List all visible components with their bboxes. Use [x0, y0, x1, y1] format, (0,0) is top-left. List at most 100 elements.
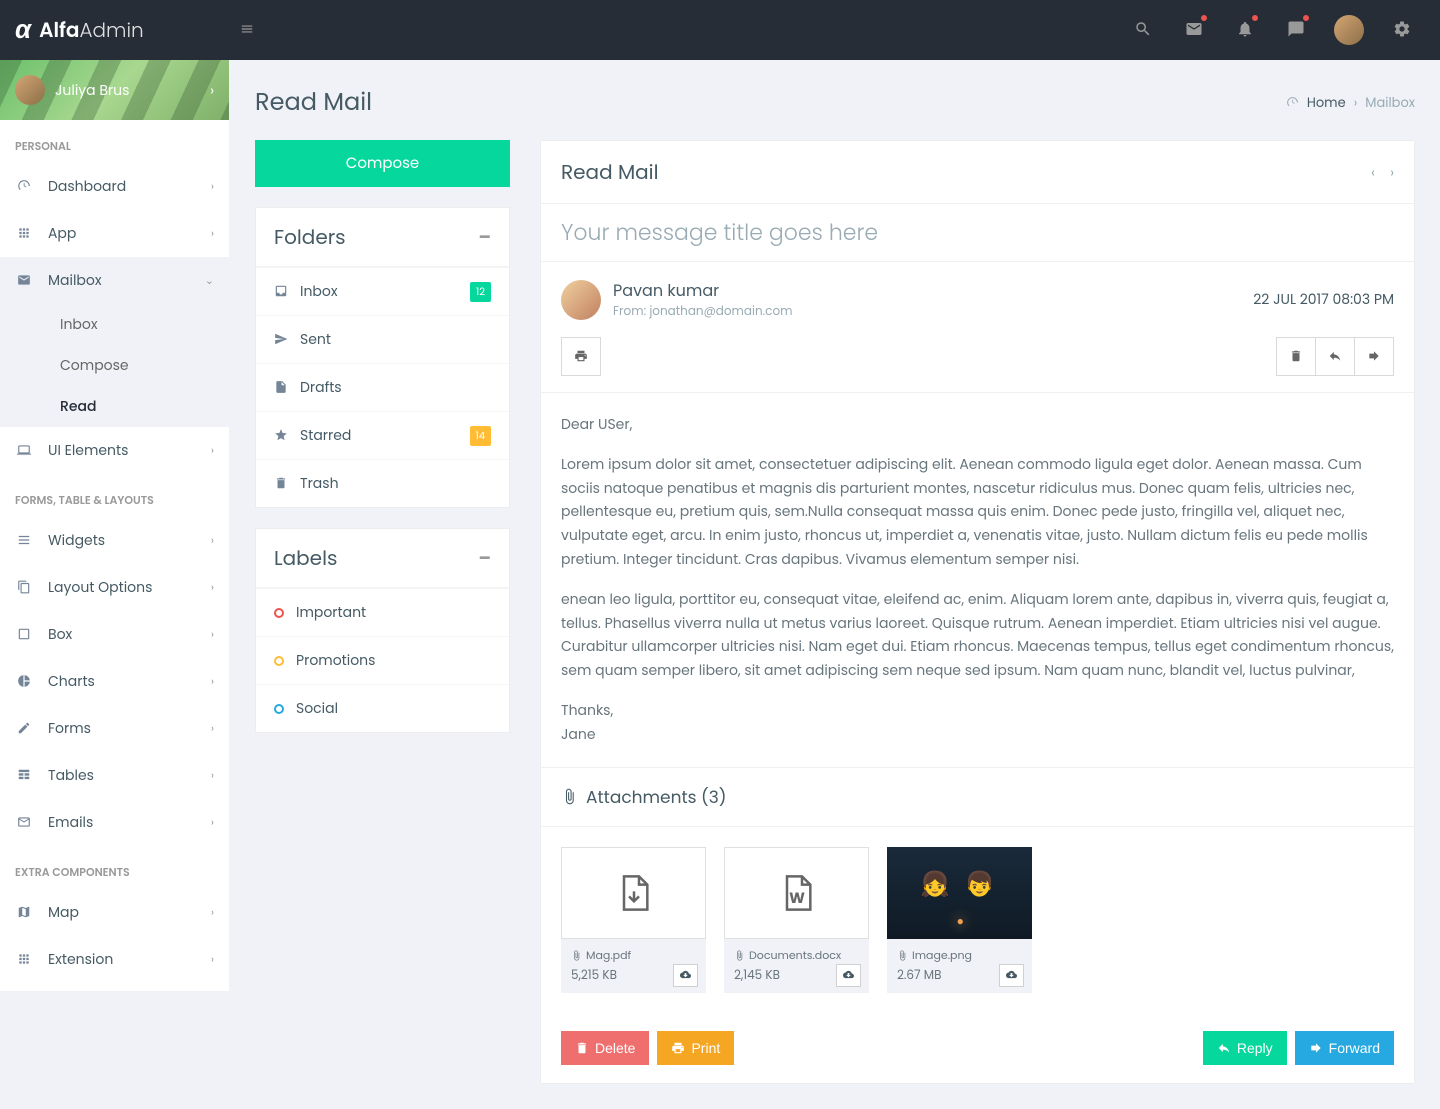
breadcrumb-current: Mailbox — [1365, 93, 1415, 113]
download-button[interactable] — [999, 964, 1024, 987]
mail-icon — [15, 270, 33, 291]
next-mail-button[interactable]: › — [1390, 162, 1394, 183]
edit-icon — [15, 718, 33, 739]
folder-inbox[interactable]: Inbox12 — [256, 267, 509, 315]
user-avatar-top[interactable] — [1334, 15, 1364, 45]
chevron-right-icon: › — [211, 178, 214, 195]
label-social[interactable]: Social — [256, 684, 509, 732]
reply-icon — [1328, 349, 1342, 363]
user-name: Juliya Brus — [55, 80, 200, 101]
sidebar-item-box[interactable]: Box› — [0, 611, 229, 658]
folder-drafts[interactable]: Drafts — [256, 363, 509, 411]
attachment-image: Image.png 2.67 MB — [887, 847, 1032, 993]
sidebar: Juliya Brus › PERSONAL Dashboard› App› M… — [0, 60, 230, 991]
delete-button[interactable]: Delete — [561, 1031, 649, 1065]
forward-button[interactable]: Forward — [1295, 1031, 1394, 1065]
prev-mail-button[interactable]: ‹ — [1371, 162, 1375, 183]
print-icon — [671, 1041, 685, 1055]
sidebar-toggle[interactable] — [230, 20, 264, 41]
label-promotions[interactable]: Promotions — [256, 636, 509, 684]
sidebar-item-extension[interactable]: Extension› — [0, 936, 229, 983]
folder-starred[interactable]: Starred14 — [256, 411, 509, 459]
labels-title: Labels — [274, 543, 337, 573]
chevron-right-icon: › — [211, 225, 214, 242]
circle-icon — [274, 704, 284, 714]
chevron-right-icon: › — [211, 814, 214, 831]
forward-button[interactable] — [1355, 337, 1394, 376]
sidebar-sub-compose[interactable]: Compose — [0, 345, 229, 386]
reply-button[interactable]: Reply — [1203, 1031, 1287, 1065]
sidebar-item-tables[interactable]: Tables› — [0, 752, 229, 799]
square-icon — [15, 624, 33, 645]
mail-panel: Read Mail ‹ › Your message title goes he… — [540, 140, 1415, 1084]
sidebar-item-mailbox[interactable]: Mailbox⌄ — [0, 257, 229, 304]
print-button[interactable]: Print — [657, 1031, 734, 1065]
chevron-down-icon: ⌄ — [205, 272, 214, 289]
folder-trash[interactable]: Trash — [256, 459, 509, 507]
pdf-icon[interactable] — [561, 847, 706, 939]
section-header-extra: EXTRA COMPONENTS — [0, 846, 229, 889]
print-button[interactable] — [561, 337, 601, 376]
sidebar-item-layout[interactable]: Layout Options› — [0, 564, 229, 611]
chevron-right-icon: › — [211, 579, 214, 596]
delete-button[interactable] — [1276, 337, 1316, 376]
chevron-right-icon: › — [211, 951, 214, 968]
grid-icon — [15, 949, 33, 970]
chat-icon[interactable] — [1273, 7, 1319, 54]
sidebar-submenu-mailbox: Inbox Compose Read — [0, 304, 229, 427]
sidebar-item-dashboard[interactable]: Dashboard› — [0, 163, 229, 210]
sidebar-item-emails[interactable]: Emails› — [0, 799, 229, 846]
chevron-right-icon: › — [211, 904, 214, 921]
list-icon — [15, 530, 33, 551]
envelope-icon — [15, 812, 33, 833]
sender-avatar — [561, 280, 601, 320]
cloud-download-icon — [680, 969, 691, 980]
sidebar-item-ui[interactable]: UI Elements› — [0, 427, 229, 474]
sender-from: From: jonathan@domain.com — [613, 303, 793, 321]
image-thumbnail[interactable] — [887, 847, 1032, 939]
sidebar-item-app[interactable]: App› — [0, 210, 229, 257]
download-button[interactable] — [836, 964, 861, 987]
paperclip-icon — [734, 950, 745, 961]
attachment-pdf: Mag.pdf 5,215 KB — [561, 847, 706, 993]
starred-badge: 14 — [470, 426, 492, 446]
forward-icon — [1309, 1041, 1323, 1055]
cloud-download-icon — [843, 969, 854, 980]
trash-icon — [1289, 349, 1303, 363]
breadcrumb: Home › Mailbox — [1286, 93, 1415, 113]
folder-sent[interactable]: Sent — [256, 315, 509, 363]
download-button[interactable] — [673, 964, 698, 987]
collapse-button[interactable]: – — [478, 545, 491, 572]
collapse-button[interactable]: – — [478, 224, 491, 251]
chevron-right-icon: › — [211, 767, 214, 784]
sidebar-item-widgets[interactable]: Widgets› — [0, 517, 229, 564]
word-icon[interactable] — [724, 847, 869, 939]
compose-button[interactable]: Compose — [255, 140, 510, 187]
file-icon — [274, 377, 288, 398]
chevron-right-icon: › — [211, 673, 214, 690]
sidebar-item-map[interactable]: Map› — [0, 889, 229, 936]
chevron-right-icon: › — [211, 626, 214, 643]
paperclip-icon — [561, 788, 578, 805]
sidebar-sub-inbox[interactable]: Inbox — [0, 304, 229, 345]
breadcrumb-home[interactable]: Home — [1307, 93, 1346, 113]
laptop-icon — [15, 440, 33, 461]
reply-icon — [1217, 1041, 1231, 1055]
app-icon — [15, 223, 33, 244]
gear-icon[interactable] — [1379, 7, 1425, 54]
print-icon — [574, 349, 588, 363]
sidebar-item-charts[interactable]: Charts› — [0, 658, 229, 705]
sidebar-item-forms[interactable]: Forms› — [0, 705, 229, 752]
reply-button[interactable] — [1316, 337, 1355, 376]
label-important[interactable]: Important — [256, 588, 509, 636]
map-icon — [15, 902, 33, 923]
sidebar-sub-read[interactable]: Read — [0, 386, 229, 427]
cloud-download-icon — [1006, 969, 1017, 980]
search-icon[interactable] — [1120, 7, 1166, 54]
table-icon — [15, 765, 33, 786]
brand-logo[interactable]: α AlfaAdmin — [15, 11, 230, 50]
mail-icon[interactable] — [1171, 7, 1217, 54]
bell-icon[interactable] — [1222, 7, 1268, 54]
chevron-right-icon: › — [211, 532, 214, 549]
sidebar-user-panel[interactable]: Juliya Brus › — [0, 60, 229, 120]
